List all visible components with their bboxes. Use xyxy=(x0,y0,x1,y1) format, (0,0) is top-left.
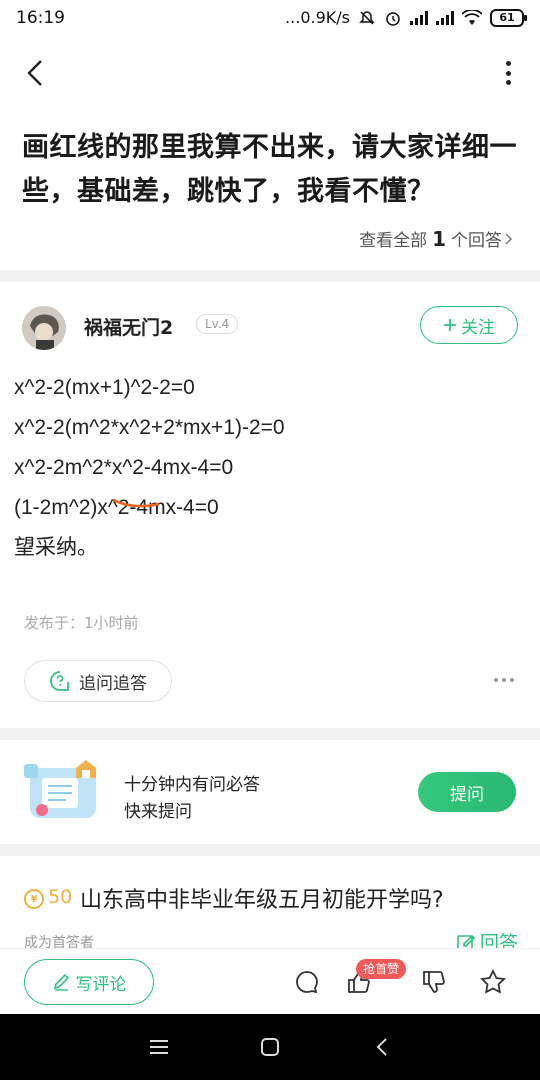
status-bar: 16:19 ...0.9K/s 61 xyxy=(0,0,540,38)
thumbs-down-icon[interactable] xyxy=(421,969,447,995)
level-badge: Lv.4 xyxy=(196,314,239,334)
recommended-question-card[interactable]: ¥ 50 山东高中非毕业年级五月初能开学吗? 成为首答者 回答 xyxy=(0,856,540,956)
star-icon[interactable] xyxy=(480,969,506,995)
plus-icon xyxy=(444,319,456,331)
pen-icon xyxy=(53,973,69,991)
view-all-prefix: 查看全部 xyxy=(359,231,428,251)
view-all-answers-link[interactable]: 查看全部 1 个回答 xyxy=(359,226,514,251)
battery-icon: 61 xyxy=(490,8,527,27)
follow-label: 关注 xyxy=(461,317,495,338)
answer-count: 1 xyxy=(432,226,446,251)
like-badge: 抢首赞 xyxy=(356,959,407,979)
followup-button[interactable]: 追问追答 xyxy=(24,660,172,702)
publish-time: 发布于：1小时前 xyxy=(24,614,139,632)
status-icons: ...0.9K/s 61 xyxy=(285,8,527,27)
home-icon[interactable] xyxy=(259,1036,281,1058)
answer-card: 祸福无门2 Lv.4 关注 x^2-2(mx+1)^2-2=0 x^2-2(m^… xyxy=(0,282,540,728)
followup-label: 追问追答 xyxy=(79,673,147,694)
comment-bubble-icon[interactable] xyxy=(294,969,320,995)
answer-line: x^2-2(mx+1)^2-2=0 xyxy=(14,376,195,399)
write-comment-label: 写评论 xyxy=(75,974,127,995)
more-vertical-icon[interactable] xyxy=(498,58,518,88)
reward-value: 50 xyxy=(48,886,73,908)
view-all-suffix: 个回答 xyxy=(451,231,502,251)
answer-body: x^2-2(mx+1)^2-2=0 x^2-2(m^2*x^2+2*mx+1)-… xyxy=(14,368,524,568)
promo-line2: 快来提问 xyxy=(124,802,192,822)
chevron-right-icon xyxy=(505,232,513,245)
network-speed: ...0.9K/s xyxy=(285,8,350,27)
alarm-icon xyxy=(386,11,400,26)
mute-icon xyxy=(359,10,375,25)
signal-icon xyxy=(436,10,454,25)
red-underline-mark xyxy=(112,498,160,508)
recommended-question-title[interactable]: 山东高中非毕业年级五月初能开学吗? xyxy=(80,882,444,914)
user-name[interactable]: 祸福无门2 xyxy=(84,313,173,340)
question-title: 画红线的那里我算不出来，请大家详细一些，基础差，跳快了，我看不懂？ xyxy=(22,132,517,207)
back-arrow-icon[interactable] xyxy=(22,58,52,88)
answer-line: x^2-2(m^2*x^2+2*mx+1)-2=0 xyxy=(14,416,285,439)
bottom-action-bar: 写评论 抢首赞 xyxy=(0,948,540,1014)
answer-line: 望采纳。 xyxy=(14,536,98,559)
question-header: 画红线的那里我算不出来，请大家详细一些，基础差，跳快了，我看不懂？ 查看全部 1… xyxy=(0,38,540,270)
answer-line: x^2-2m^2*x^2-4mx-4=0 xyxy=(14,456,234,479)
coin-icon: ¥ xyxy=(24,889,44,909)
answer-line: (1-2m^2)x^2-4mx-4=0 xyxy=(14,496,219,519)
status-time: 16:19 xyxy=(16,8,65,28)
wifi-icon xyxy=(462,9,482,25)
ask-button[interactable]: 提问 xyxy=(418,772,516,812)
menu-icon[interactable] xyxy=(148,1036,170,1058)
question-bubble-icon xyxy=(50,671,69,691)
ask-promo-card: 十分钟内有问必答 快来提问 提问 xyxy=(0,740,540,844)
signal-icon xyxy=(410,10,428,25)
back-icon[interactable] xyxy=(372,1036,394,1058)
promo-illustration-icon xyxy=(24,760,96,818)
more-horizontal-icon[interactable] xyxy=(494,678,514,682)
write-comment-button[interactable]: 写评论 xyxy=(24,959,154,1005)
system-nav-bar xyxy=(0,1014,540,1080)
promo-line1: 十分钟内有问必答 xyxy=(124,775,260,795)
follow-button[interactable]: 关注 xyxy=(420,306,518,344)
avatar[interactable] xyxy=(22,306,66,350)
